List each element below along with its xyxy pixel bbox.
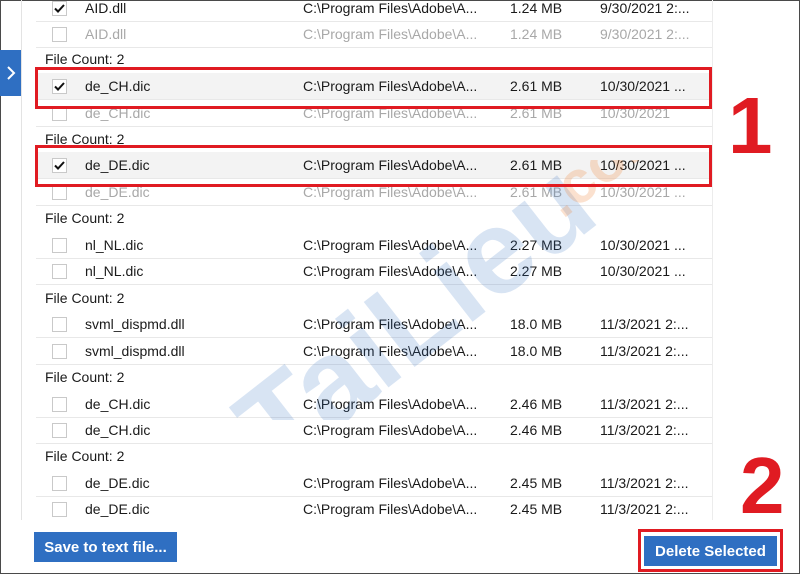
file-size: 18.0 MB <box>510 343 563 359</box>
file-row[interactable]: de_DE.dic C:\Program Files\Adobe\A... 2.… <box>36 496 712 520</box>
file-path: C:\Program Files\Adobe\A... <box>303 263 478 279</box>
file-size: 2.45 MB <box>510 475 563 491</box>
file-date: 11/3/2021 2:... <box>600 475 689 491</box>
file-path: C:\Program Files\Adobe\A... <box>303 0 478 16</box>
file-path: C:\Program Files\Adobe\A... <box>303 475 478 491</box>
file-name: de_CH.dic <box>85 396 151 412</box>
file-name: svml_dispmd.dll <box>85 316 185 332</box>
file-size: 2.46 MB <box>510 422 563 438</box>
file-name: AID.dll <box>85 0 127 16</box>
file-path: C:\Program Files\Adobe\A... <box>303 422 478 438</box>
group-header: File Count: 2 <box>45 290 125 306</box>
row-checkbox[interactable] <box>52 0 67 16</box>
row-checkbox[interactable] <box>52 263 67 279</box>
row-checkbox[interactable] <box>52 501 67 517</box>
row-checkbox[interactable] <box>52 343 67 359</box>
annotation-number-1: 1 <box>728 81 773 170</box>
annotation-box-1a <box>35 67 712 109</box>
list-scrollbar-track[interactable] <box>712 0 713 520</box>
file-size: 1.24 MB <box>510 26 563 42</box>
annotation-box-1b <box>35 145 712 187</box>
file-date: 11/3/2021 2:... <box>600 316 689 332</box>
file-row[interactable]: AID.dll C:\Program Files\Adobe\A... 1.24… <box>36 0 712 22</box>
file-path: C:\Program Files\Adobe\A... <box>303 501 478 517</box>
file-row[interactable]: AID.dll C:\Program Files\Adobe\A... 1.24… <box>36 21 712 48</box>
file-date: 11/3/2021 2:... <box>600 343 689 359</box>
file-row[interactable]: svml_dispmd.dll C:\Program Files\Adobe\A… <box>36 338 712 365</box>
file-date: 9/30/2021 2:... <box>600 26 690 42</box>
file-row[interactable]: svml_dispmd.dll C:\Program Files\Adobe\A… <box>36 311 712 338</box>
group-header: File Count: 2 <box>45 210 125 226</box>
file-name: svml_dispmd.dll <box>85 343 185 359</box>
row-checkbox[interactable] <box>52 422 67 438</box>
row-checkbox[interactable] <box>52 396 67 412</box>
file-path: C:\Program Files\Adobe\A... <box>303 316 478 332</box>
file-row[interactable]: nl_NL.dic C:\Program Files\Adobe\A... 2.… <box>36 232 712 259</box>
file-name: nl_NL.dic <box>85 237 144 253</box>
file-size: 2.46 MB <box>510 396 563 412</box>
file-row[interactable]: de_CH.dic C:\Program Files\Adobe\A... 2.… <box>36 417 712 444</box>
panel-divider <box>21 0 22 520</box>
file-date: 11/3/2021 2:... <box>600 396 689 412</box>
row-checkbox[interactable] <box>52 475 67 491</box>
file-size: 2.27 MB <box>510 237 563 253</box>
file-row[interactable]: nl_NL.dic C:\Program Files\Adobe\A... 2.… <box>36 258 712 285</box>
row-checkbox[interactable] <box>52 316 67 332</box>
file-size: 1.24 MB <box>510 0 563 16</box>
expand-panel-tab[interactable] <box>0 50 21 96</box>
delete-selected-button[interactable]: Delete Selected <box>644 536 777 566</box>
file-row[interactable]: de_CH.dic C:\Program Files\Adobe\A... 2.… <box>36 391 712 418</box>
row-checkbox[interactable] <box>52 237 67 253</box>
group-header: File Count: 2 <box>45 369 125 385</box>
file-size: 2.27 MB <box>510 263 563 279</box>
file-date: 11/3/2021 2:... <box>600 501 689 517</box>
file-date: 10/30/2021 ... <box>600 237 686 253</box>
file-name: nl_NL.dic <box>85 263 144 279</box>
file-path: C:\Program Files\Adobe\A... <box>303 343 478 359</box>
group-header: File Count: 2 <box>45 51 125 67</box>
file-name: de_DE.dic <box>85 475 150 491</box>
save-to-text-file-button[interactable]: Save to text file... <box>34 532 177 562</box>
file-path: C:\Program Files\Adobe\A... <box>303 26 478 42</box>
file-path: C:\Program Files\Adobe\A... <box>303 237 478 253</box>
file-date: 11/3/2021 2:... <box>600 422 689 438</box>
file-date: 9/30/2021 2:... <box>600 0 690 16</box>
file-date: 10/30/2021 ... <box>600 263 686 279</box>
file-name: de_CH.dic <box>85 422 151 438</box>
file-size: 18.0 MB <box>510 316 563 332</box>
file-row[interactable]: de_DE.dic C:\Program Files\Adobe\A... 2.… <box>36 470 712 497</box>
checkmark-icon <box>54 3 65 13</box>
file-name: AID.dll <box>85 26 127 42</box>
file-path: C:\Program Files\Adobe\A... <box>303 396 478 412</box>
annotation-number-2: 2 <box>740 441 785 530</box>
file-name: de_DE.dic <box>85 501 150 517</box>
row-checkbox[interactable] <box>52 26 67 42</box>
chevron-right-icon <box>6 66 15 80</box>
file-size: 2.45 MB <box>510 501 563 517</box>
group-header: File Count: 2 <box>45 448 125 464</box>
